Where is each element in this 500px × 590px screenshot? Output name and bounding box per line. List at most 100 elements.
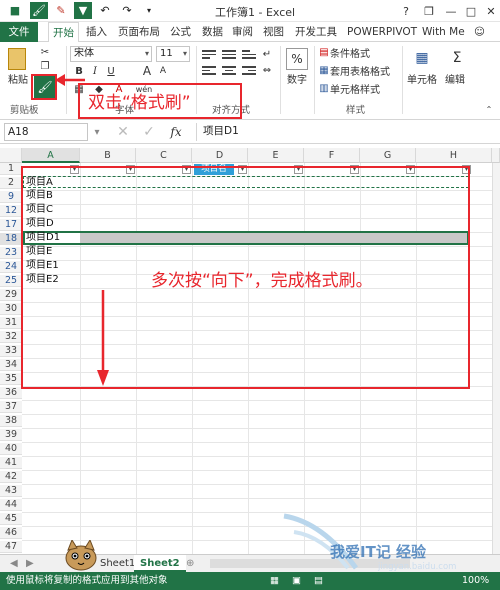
tab-developer[interactable]: 开发工具: [291, 22, 341, 42]
row-header[interactable]: 33: [0, 345, 22, 358]
normal-view-icon[interactable]: ▦: [270, 572, 279, 590]
row-header[interactable]: 1: [0, 163, 22, 176]
number-group-label[interactable]: 数字: [284, 72, 310, 86]
page-layout-view-icon[interactable]: ▣: [292, 572, 301, 590]
number-format-button[interactable]: %: [286, 48, 308, 70]
cell-style-icon[interactable]: ▥: [318, 82, 330, 94]
italic-button[interactable]: I: [88, 64, 102, 78]
account-avatar-icon[interactable]: ☺: [470, 22, 489, 42]
page-break-view-icon[interactable]: ▤: [314, 572, 323, 590]
row-header[interactable]: 25: [0, 275, 22, 288]
cells-button[interactable]: 单元格: [404, 72, 440, 86]
row-header[interactable]: 18: [0, 233, 22, 246]
column-header-h[interactable]: H: [416, 148, 492, 163]
row-header[interactable]: 36: [0, 387, 22, 400]
eraser-icon[interactable]: ✎: [52, 2, 70, 19]
row-header[interactable]: 47: [0, 541, 22, 554]
account-name[interactable]: With Me: [418, 22, 469, 42]
merge-cells-icon[interactable]: ⇔: [260, 64, 274, 76]
tab-insert[interactable]: 插入: [82, 22, 111, 42]
name-box[interactable]: A18: [4, 123, 88, 141]
row-header[interactable]: 46: [0, 527, 22, 540]
align-right-icon[interactable]: [242, 64, 256, 76]
zoom-level[interactable]: 100%: [462, 572, 489, 590]
row-header[interactable]: 41: [0, 457, 22, 470]
row-header[interactable]: 31: [0, 317, 22, 330]
row-header[interactable]: 34: [0, 359, 22, 372]
wrap-text-icon[interactable]: ↵: [260, 48, 274, 60]
underline-button[interactable]: U: [104, 64, 118, 78]
column-header-g[interactable]: G: [360, 148, 416, 163]
row-header[interactable]: 39: [0, 429, 22, 442]
namebox-dropdown-icon[interactable]: ▾: [92, 125, 102, 139]
tab-view[interactable]: 视图: [259, 22, 288, 42]
row-header[interactable]: 44: [0, 499, 22, 512]
conditional-format-button[interactable]: 条件格式: [330, 46, 382, 60]
row-header[interactable]: 37: [0, 401, 22, 414]
sheet-nav-next-icon[interactable]: ▶: [20, 555, 40, 572]
tab-powerpivot[interactable]: POWERPIVOT: [343, 22, 421, 42]
insert-function-button[interactable]: fx: [166, 123, 186, 141]
row-header[interactable]: 17: [0, 219, 22, 232]
tab-page-layout[interactable]: 页面布局: [114, 22, 164, 42]
column-header-a[interactable]: A: [22, 148, 80, 163]
font-shrink-button[interactable]: A: [156, 64, 170, 78]
column-header-f[interactable]: F: [304, 148, 360, 163]
tab-data[interactable]: 数据: [198, 22, 227, 42]
column-header-c[interactable]: C: [136, 148, 192, 163]
align-top-icon[interactable]: [202, 48, 216, 60]
add-sheet-icon[interactable]: ⊕: [180, 555, 200, 572]
confirm-entry-icon[interactable]: ✓: [140, 123, 158, 141]
vertical-scrollbar[interactable]: [492, 163, 500, 554]
tab-review[interactable]: 审阅: [228, 22, 257, 42]
font-grow-button[interactable]: A: [140, 64, 154, 78]
redo-icon[interactable]: ↷: [118, 2, 136, 19]
font-size-dropdown[interactable]: 11 ▾: [156, 46, 190, 62]
copy-icon[interactable]: ❐: [38, 60, 52, 72]
column-header-d[interactable]: D: [192, 148, 248, 163]
row-header[interactable]: 40: [0, 443, 22, 456]
collapse-ribbon-icon[interactable]: ⌃: [484, 104, 494, 114]
row-header[interactable]: 45: [0, 513, 22, 526]
row-header[interactable]: 29: [0, 289, 22, 302]
row-header[interactable]: 23: [0, 247, 22, 260]
row-header[interactable]: 43: [0, 485, 22, 498]
quick-access-dropdown-icon[interactable]: ▾: [140, 2, 158, 19]
help-button[interactable]: ?: [395, 2, 417, 20]
align-left-icon[interactable]: [202, 64, 216, 76]
close-button[interactable]: ✕: [480, 2, 500, 20]
format-painter-quick-icon[interactable]: 🖌: [30, 2, 48, 19]
formula-input[interactable]: 项目D1: [196, 123, 481, 141]
align-middle-icon[interactable]: [222, 48, 236, 60]
paste-button-label[interactable]: 粘贴: [4, 72, 32, 86]
table-format-icon[interactable]: ▦: [318, 64, 330, 76]
tab-home[interactable]: 开始: [48, 22, 79, 43]
row-header[interactable]: 35: [0, 373, 22, 386]
undo-icon[interactable]: ↶: [96, 2, 114, 19]
edit-icon[interactable]: Σ: [448, 48, 466, 68]
row-header[interactable]: 32: [0, 331, 22, 344]
align-center-icon[interactable]: [222, 64, 236, 76]
row-header[interactable]: 2: [0, 177, 22, 190]
row-header[interactable]: 12: [0, 205, 22, 218]
maximize-button[interactable]: □: [460, 2, 482, 20]
conditional-format-icon[interactable]: ▤: [318, 46, 330, 58]
filter-quick-icon[interactable]: ▼: [74, 2, 92, 19]
edit-button[interactable]: 编辑: [442, 72, 468, 86]
row-header[interactable]: 42: [0, 471, 22, 484]
row-header[interactable]: 24: [0, 261, 22, 274]
table-format-button[interactable]: 套用表格格式: [330, 64, 396, 78]
select-all-corner[interactable]: [0, 148, 22, 163]
cells-icon[interactable]: ▦: [412, 48, 432, 68]
align-bottom-icon[interactable]: [242, 48, 256, 60]
cancel-entry-icon[interactable]: ✕: [114, 123, 132, 141]
paste-icon[interactable]: [8, 48, 26, 70]
minimize-button[interactable]: —: [440, 2, 462, 20]
column-header-e[interactable]: E: [248, 148, 304, 163]
tab-formulas[interactable]: 公式: [166, 22, 195, 42]
tab-file[interactable]: 文件: [0, 22, 38, 42]
cell-style-button[interactable]: 单元格样式: [330, 82, 388, 96]
row-header[interactable]: 30: [0, 303, 22, 316]
font-name-dropdown[interactable]: 宋体 ▾: [70, 46, 152, 62]
column-header-b[interactable]: B: [80, 148, 136, 163]
